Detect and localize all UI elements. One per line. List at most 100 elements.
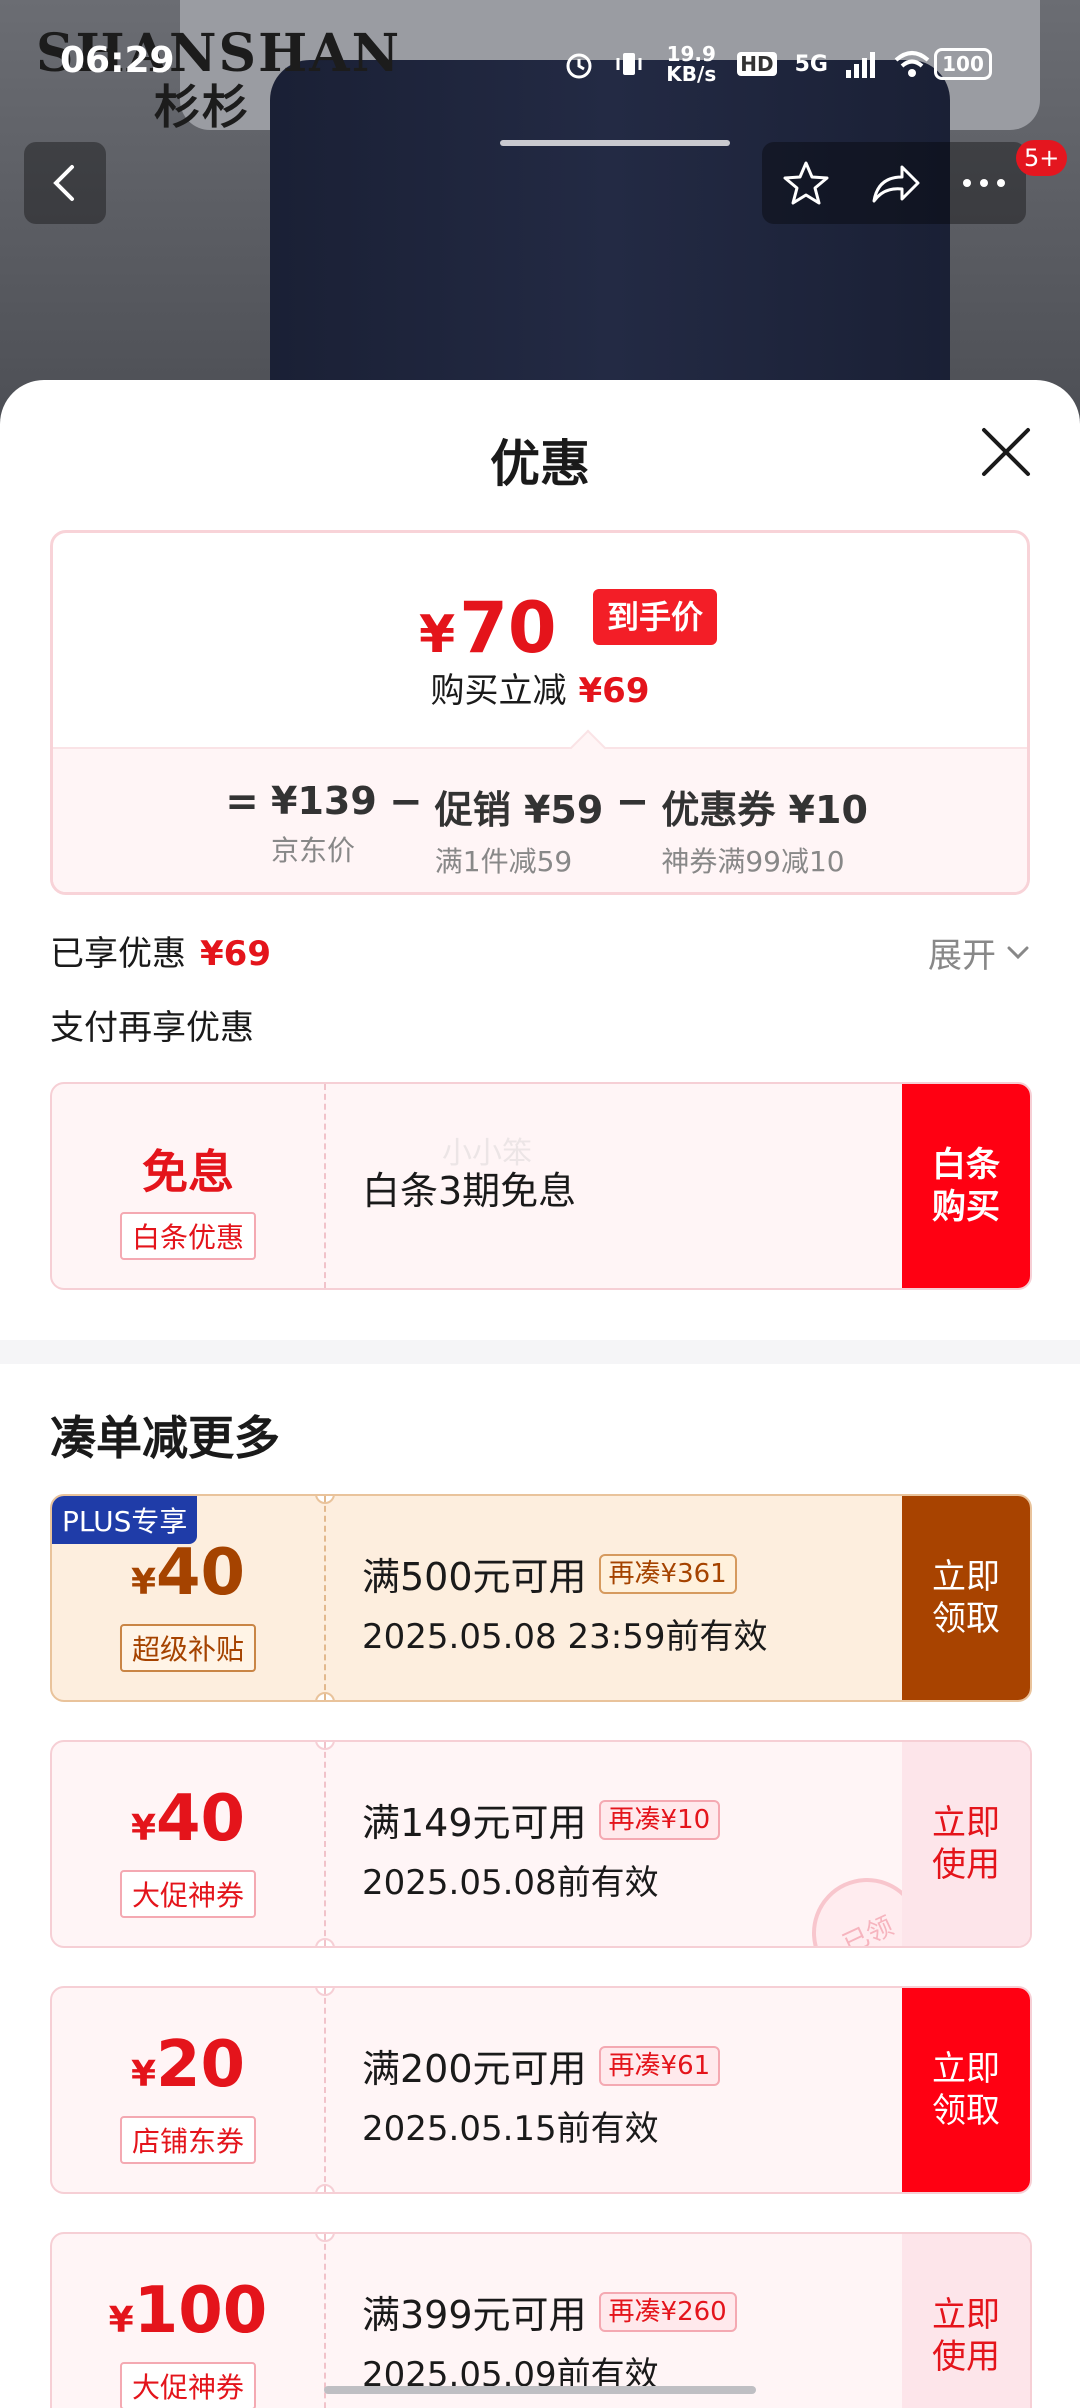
- discount-sheet: 优惠 ¥ 70 到手价 购买立减 ¥69 = ¥139 京东价 − 促销 ¥59…: [0, 380, 1080, 2408]
- term-main: 优惠券 ¥10: [661, 788, 868, 832]
- price-breakdown-box: ¥ 70 到手价 购买立减 ¥69 = ¥139 京东价 − 促销 ¥59 满1件…: [50, 530, 1030, 895]
- coupon-more-needed: 再凑¥61: [598, 2045, 721, 2086]
- final-price-value: 70: [459, 587, 557, 669]
- final-price: ¥ 70: [419, 587, 557, 669]
- coupon-card[interactable]: ¥40 大促神券 满149元可用 再凑¥10 2025.05.08前有效 已领 …: [50, 1740, 1032, 1948]
- baitiao-tag: 白条优惠: [119, 1212, 257, 1260]
- use-button[interactable]: 立即 使用: [902, 1742, 1030, 1946]
- baitiao-buy-button[interactable]: 白条 购买: [902, 1084, 1030, 1288]
- term-sub: 神券满99减10: [661, 845, 845, 878]
- coupon-condition-text: 满500元可用: [362, 1555, 587, 1599]
- status-icons: 19.9 KB/s HD 5G: [563, 44, 930, 84]
- coupon-validity: 2025.05.15前有效: [362, 2109, 659, 2149]
- vibrate-icon: [616, 53, 642, 75]
- coupon-value: 40: [156, 1536, 246, 1610]
- claim-button[interactable]: 立即 领取: [902, 1496, 1030, 1700]
- coupon-card[interactable]: PLUS专享 ¥40 超级补贴 满500元可用 再凑¥361 2025.05.0…: [50, 1494, 1032, 1702]
- pay-more-label: 支付再享优惠: [50, 1008, 254, 1048]
- coupon-amount: ¥100: [52, 2274, 324, 2348]
- sheet-title: 优惠: [490, 435, 590, 493]
- term-main: ¥139: [271, 779, 377, 823]
- minus-sign: −: [615, 779, 650, 825]
- wifi-icon: [894, 51, 930, 77]
- equals-sign: =: [225, 779, 259, 825]
- coupon-currency: ¥: [130, 1562, 156, 1603]
- net-speed: 19.9 KB/s: [666, 42, 717, 86]
- coupon-body: 满399元可用 再凑¥260 2025.05.09前有效: [362, 2284, 737, 2396]
- coupon-amount: ¥20: [52, 2028, 324, 2102]
- notification-badge: 5+: [1016, 140, 1068, 176]
- baitiao-title-text: 免息: [142, 1145, 234, 1199]
- coupon-tag: 大促神券: [119, 1870, 257, 1918]
- home-indicator[interactable]: [324, 2386, 756, 2394]
- section-divider: [0, 1340, 1080, 1364]
- coupon-currency: ¥: [108, 2300, 134, 2341]
- coupon-left: ¥100 大促神券: [52, 2234, 324, 2408]
- coupon-amount: ¥40: [52, 1536, 324, 1610]
- chevron-left-icon: [53, 165, 74, 201]
- close-icon[interactable]: [978, 424, 1034, 480]
- coupon-amount: ¥40: [52, 1782, 324, 1856]
- card-divider: [324, 1988, 326, 2192]
- coupon-validity: 2025.05.08 23:59前有效: [362, 1617, 768, 1657]
- coupon-tag: 超级补贴: [119, 1624, 257, 1672]
- term-main: 促销 ¥59: [434, 788, 604, 832]
- use-button[interactable]: 立即 使用: [902, 2234, 1030, 2408]
- coupon-value: 40: [156, 1782, 246, 1856]
- coupon-left: ¥40 超级补贴: [52, 1496, 324, 1700]
- coupon-condition: 满149元可用 再凑¥10: [362, 1792, 721, 1847]
- enjoyed-discount: 已享优惠 ¥69: [50, 926, 271, 975]
- formula-term-coupon: 优惠券 ¥10 神券满99减10: [661, 779, 868, 880]
- instant-cut-label: 购买立减: [430, 671, 567, 711]
- coupon-body: 满500元可用 再凑¥361 2025.05.08 23:59前有效: [362, 1546, 767, 1658]
- enjoyed-amount: ¥69: [200, 934, 271, 974]
- status-time: 06:29: [60, 40, 175, 81]
- coupon-currency: ¥: [130, 1808, 156, 1849]
- baitiao-card[interactable]: 免息 白条优惠 白条3期免息 小小笨 白条 购买: [50, 1082, 1032, 1290]
- expand-button[interactable]: 展开: [928, 928, 1030, 977]
- instant-cut-amount: ¥69: [578, 671, 650, 711]
- coupon-condition: 满200元可用 再凑¥61: [362, 2038, 721, 2093]
- formula-term-list-price: ¥139 京东价: [271, 779, 377, 869]
- network-type: 5G: [794, 51, 828, 77]
- coupon-body: 满200元可用 再凑¥61 2025.05.15前有效: [362, 2038, 721, 2150]
- coupon-currency: ¥: [130, 2054, 156, 2095]
- battery-indicator: 100: [934, 48, 992, 80]
- coupon-value: 100: [133, 2274, 268, 2348]
- more-icon[interactable]: [961, 177, 1007, 189]
- final-price-tag: 到手价: [593, 589, 717, 645]
- watermark-text: 小小笨: [442, 1136, 532, 1171]
- star-icon[interactable]: [781, 158, 831, 208]
- top-actions-bar: [762, 142, 1026, 224]
- status-bar: 06:29 19.9 KB/s HD 5G 100: [0, 0, 1080, 120]
- price-formula-area: = ¥139 京东价 − 促销 ¥59 满1件减59 − 优惠券 ¥10 神券满…: [53, 729, 1027, 892]
- coupon-more-needed: 再凑¥260: [598, 2291, 737, 2332]
- coupon-condition-text: 满399元可用: [362, 2293, 587, 2337]
- coupon-body: 满149元可用 再凑¥10 2025.05.08前有效: [362, 1792, 721, 1904]
- alarm-icon: [566, 53, 592, 79]
- coupon-value: 20: [156, 2028, 246, 2102]
- coupon-more-needed: 再凑¥361: [598, 1553, 737, 1594]
- final-price-currency: ¥: [419, 605, 456, 665]
- coupon-tag: 大促神券: [119, 2362, 257, 2408]
- share-icon[interactable]: [870, 161, 922, 205]
- card-divider: [324, 1742, 326, 1946]
- coupon-left: ¥40 大促神券: [52, 1742, 324, 1946]
- expand-label: 展开: [928, 936, 996, 976]
- coupon-condition: 满500元可用 再凑¥361: [362, 1546, 767, 1601]
- section-title: 凑单减更多: [50, 1411, 280, 1465]
- coupon-tag: 店铺东券: [119, 2116, 257, 2164]
- enjoyed-label: 已享优惠: [50, 934, 186, 974]
- card-divider: [324, 1496, 326, 1700]
- back-button[interactable]: [24, 142, 106, 224]
- claim-button[interactable]: 立即 领取: [902, 1988, 1030, 2192]
- coupon-card[interactable]: ¥100 大促神券 满399元可用 再凑¥260 2025.05.09前有效 立…: [50, 2232, 1032, 2408]
- coupon-card[interactable]: ¥20 店铺东券 满200元可用 再凑¥61 2025.05.15前有效 立即 …: [50, 1986, 1032, 2194]
- card-divider: [324, 1084, 326, 1288]
- coupon-more-needed: 再凑¥10: [598, 1799, 721, 1840]
- coupon-validity: 2025.05.08前有效: [362, 1863, 659, 1903]
- coupon-condition: 满399元可用 再凑¥260: [362, 2284, 737, 2339]
- coupon-left: ¥20 店铺东券: [52, 1988, 324, 2192]
- baitiao-title: 免息: [52, 1136, 324, 1202]
- baitiao-card-left: 免息 白条优惠: [52, 1084, 324, 1288]
